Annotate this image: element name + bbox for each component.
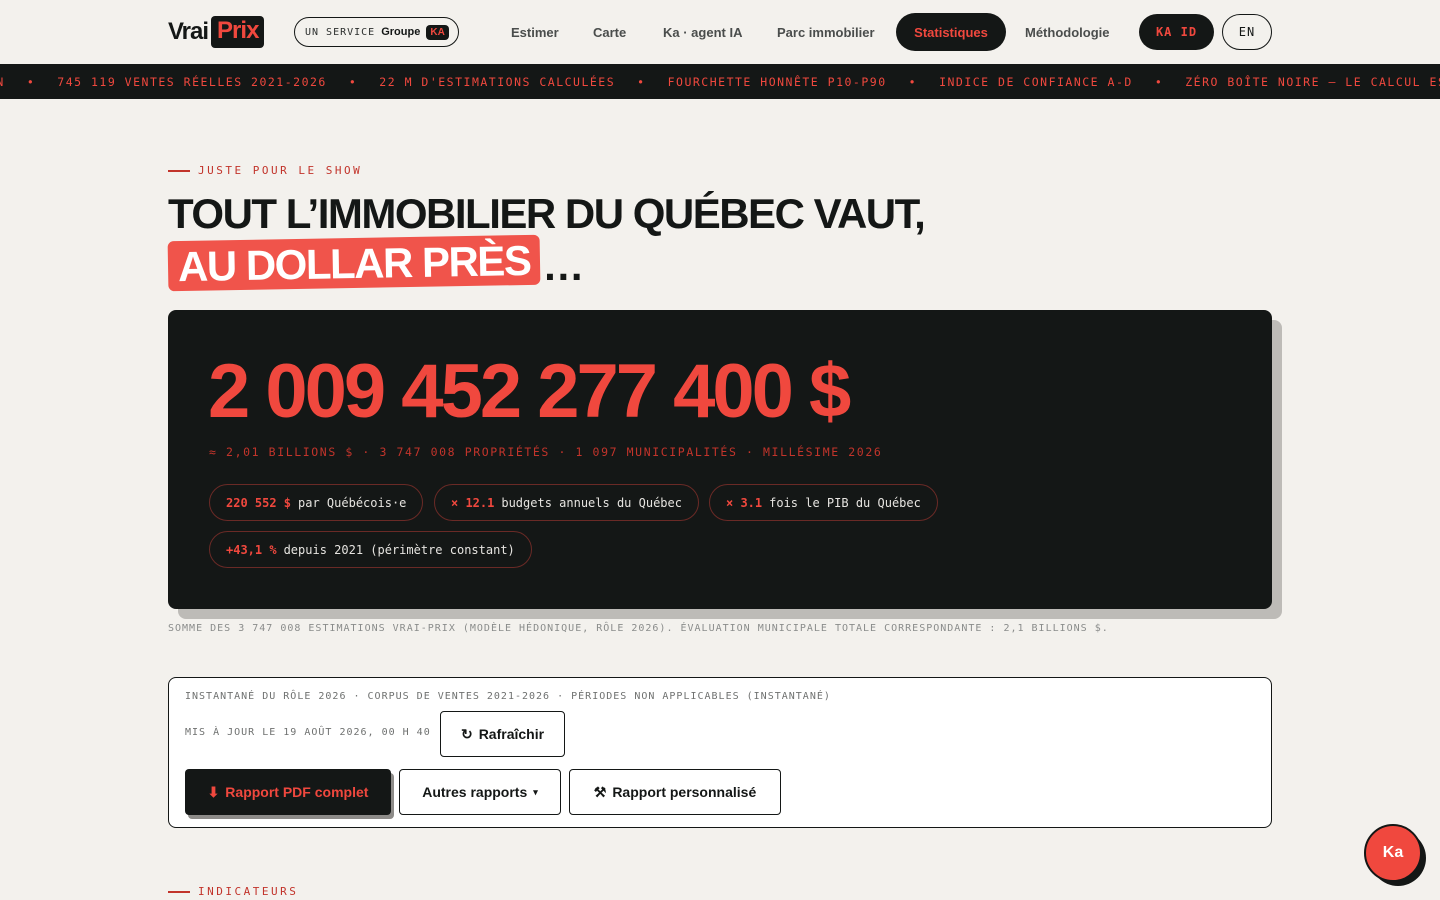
logo-prix-text: Prix	[211, 16, 265, 48]
stat-chip-pib: × 3.1 fois le PIB du Québec	[709, 484, 938, 521]
total-value-card: 2 009 452 277 400 $ ≈ 2,01 BILLIONS $ · …	[168, 310, 1272, 609]
ticker-separator: •	[908, 74, 918, 89]
chip-text: budgets annuels du Québec	[501, 495, 682, 510]
refresh-icon: ↻	[460, 725, 473, 742]
hero-eyebrow-text: JUSTE POUR LE SHOW	[198, 164, 363, 177]
nav-methodologie[interactable]: Méthodologie	[1025, 14, 1110, 50]
ticker-track: ON • 745 119 VENTES RÉELLES 2021-2026 • …	[0, 64, 1440, 99]
ticker-item: ON	[0, 75, 5, 89]
ka-id-button[interactable]: KA ID	[1139, 14, 1214, 50]
chip-text: depuis 2021 (périmètre constant)	[283, 542, 515, 557]
nav-estimer[interactable]: Estimer	[511, 14, 559, 50]
custom-report-button[interactable]: ⚒ Rapport personnalisé	[569, 769, 781, 815]
eyebrow-rule	[168, 169, 190, 172]
service-label: UN SERVICE	[305, 26, 376, 38]
refresh-label: Rafraîchir	[478, 726, 545, 742]
chip-value: 220 552 $	[226, 495, 292, 510]
ticker-item: 745 119 VENTES RÉELLES 2021-2026	[57, 74, 327, 89]
custom-report-label: Rapport personnalisé	[612, 784, 757, 800]
nav-ka-agent-ia[interactable]: Ka · agent IA	[663, 14, 742, 50]
nav-parc-immobilier[interactable]: Parc immobilier	[777, 14, 875, 50]
ticker-item: FOURCHETTE HONNÊTE P10-P90	[667, 74, 887, 89]
chip-value: × 3.1	[726, 495, 763, 510]
last-updated: MIS À JOUR LE 19 AOÛT 2026, 00 H 40	[185, 727, 431, 738]
chip-value: +43,1 %	[226, 542, 277, 557]
ticker-item: ZÉRO BOÎTE NOIRE — LE CALCUL EST MON	[1185, 74, 1440, 89]
snapshot-meta: INSTANTANÉ DU RÔLE 2026 · CORPUS DE VENT…	[185, 691, 831, 702]
total-value-amount: 2 009 452 277 400 $	[208, 349, 851, 434]
vraiprix-logo[interactable]: Vrai Prix	[168, 15, 265, 49]
pdf-report-button[interactable]: ⬇ Rapport PDF complet	[185, 769, 391, 815]
indicators-eyebrow-text: INDICATEURS	[198, 885, 299, 898]
download-icon: ⬇	[207, 783, 220, 800]
groupe-ka-service-pill[interactable]: UN SERVICE Groupe KA	[294, 17, 459, 47]
stat-chip-budgets: × 12.1 budgets annuels du Québec	[434, 484, 699, 521]
ticker-separator: •	[637, 74, 646, 89]
refresh-button[interactable]: ↻ Rafraîchir	[440, 711, 565, 757]
indicators-eyebrow: INDICATEURS	[168, 885, 298, 898]
ticker-item: INDICE DE CONFIANCE A-D	[939, 74, 1133, 89]
language-toggle-button[interactable]: EN	[1222, 14, 1272, 50]
eyebrow-rule	[168, 890, 190, 893]
nav-carte[interactable]: Carte	[593, 14, 626, 50]
chip-value: × 12.1	[451, 495, 495, 510]
chevron-down-icon: ▾	[533, 786, 538, 797]
total-footnote: SOMME DES 3 747 008 ESTIMATIONS VRAI-PRI…	[168, 623, 1109, 634]
hero-eyebrow: JUSTE POUR LE SHOW	[168, 164, 362, 177]
ka-chat-button[interactable]: Ka	[1364, 824, 1422, 882]
other-reports-dropdown[interactable]: Autres rapports ▾	[399, 769, 561, 815]
ka-badge: KA	[426, 24, 449, 40]
report-info-box: INSTANTANÉ DU RÔLE 2026 · CORPUS DE VENT…	[168, 677, 1272, 828]
site-header: Vrai Prix UN SERVICE Groupe KA Estimer C…	[0, 0, 1440, 64]
logo-vrai-text: Vrai	[168, 18, 209, 45]
ticker-separator: •	[1154, 74, 1164, 89]
chip-text: fois le PIB du Québec	[769, 495, 921, 510]
hero-title-ellipsis: …	[542, 242, 585, 289]
stat-chip-growth: +43,1 % depuis 2021 (périmètre constant)	[209, 531, 532, 568]
ticker-item: 22 M D'ESTIMATIONS CALCULÉES	[379, 74, 616, 89]
hero-title: TOUT L’IMMOBILIER DU QUÉBEC VAUT,	[168, 190, 926, 237]
ticker-separator: •	[348, 74, 358, 89]
other-reports-label: Autres rapports	[422, 784, 528, 800]
hero-title-line2: AU DOLLAR PRÈS …	[167, 234, 585, 292]
stats-ticker: ON • 745 119 VENTES RÉELLES 2021-2026 • …	[0, 64, 1440, 99]
tools-icon: ⚒	[593, 783, 607, 800]
ticker-separator: •	[26, 74, 36, 89]
stat-chip-per-capita: 220 552 $ par Québécois·e	[209, 484, 424, 521]
hero-title-highlight: AU DOLLAR PRÈS	[167, 234, 541, 292]
pdf-report-label: Rapport PDF complet	[225, 784, 369, 800]
total-value-subline: ≈ 2,01 BILLIONS $ · 3 747 008 PROPRIÉTÉS…	[209, 445, 883, 459]
service-group-label: Groupe	[381, 26, 421, 38]
nav-statistiques[interactable]: Statistiques	[896, 13, 1006, 51]
chip-text: par Québécois·e	[298, 495, 407, 510]
